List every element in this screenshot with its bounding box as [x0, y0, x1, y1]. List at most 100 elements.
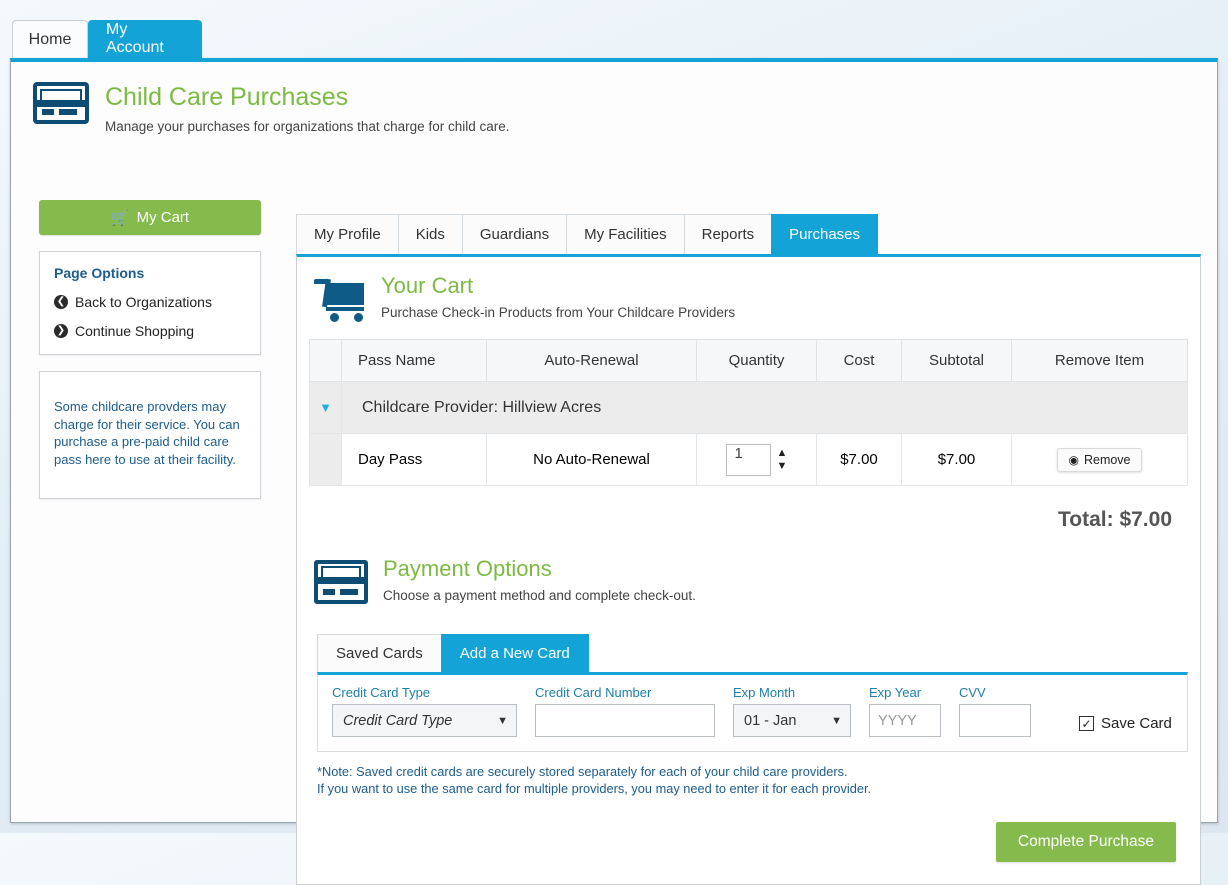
checkbox-checked-icon[interactable]: ✓: [1079, 716, 1094, 731]
table-header-row: Pass Name Auto-Renewal Quantity Cost Sub…: [309, 339, 1188, 382]
tab-my-profile-label: My Profile: [314, 226, 381, 243]
payment-section-header: Payment Options Choose a payment method …: [309, 532, 1188, 604]
col-subtotal: Subtotal: [901, 339, 1012, 382]
card-number-label: Credit Card Number: [535, 685, 652, 700]
cart-table: Pass Name Auto-Renewal Quantity Cost Sub…: [309, 339, 1188, 486]
new-card-form: Credit Card Type Credit Card Type ▼ Cred…: [317, 672, 1188, 752]
tab-kids[interactable]: Kids: [397, 214, 463, 254]
tab-my-facilities-label: My Facilities: [584, 226, 667, 243]
card-type-select[interactable]: Credit Card Type ▼: [332, 704, 517, 737]
row-indent-cell: [309, 433, 342, 486]
triangle-down-icon[interactable]: ▼: [319, 400, 332, 415]
tab-reports[interactable]: Reports: [683, 214, 773, 254]
remove-circle-icon: ◉: [1068, 452, 1079, 467]
arrow-left-circle-icon: ❮: [54, 295, 68, 309]
top-tab-my-account-label: My Account: [106, 21, 164, 56]
remove-button-label: Remove: [1083, 452, 1131, 467]
tab-add-new-card-label: Add a New Card: [459, 645, 570, 662]
payment-note-line1: *Note: Saved credit cards are securely s…: [317, 764, 848, 779]
tab-guardians[interactable]: Guardians: [461, 214, 568, 254]
cvv-input[interactable]: [959, 704, 1031, 737]
top-tab-home[interactable]: Home: [12, 20, 88, 58]
my-cart-button-label: My Cart: [136, 209, 190, 226]
provider-group-label: Childcare Provider: Hillview Acres: [341, 381, 1188, 434]
payment-note: *Note: Saved credit cards are securely s…: [317, 763, 1188, 798]
complete-purchase-row: Complete Purchase: [309, 821, 1176, 862]
cart-section-header: Your Cart Purchase Check-in Products fro…: [309, 257, 1188, 322]
card-type-value: Credit Card Type: [343, 712, 453, 729]
card-number-input[interactable]: [535, 704, 715, 737]
tab-guardians-label: Guardians: [479, 226, 550, 243]
info-box-text: Some childcare provders may charge for t…: [54, 399, 240, 467]
page-options-box: Page Options ❮ Back to Organizations ❯ C…: [39, 251, 261, 355]
save-card-label: Save Card: [1101, 715, 1172, 732]
top-tab-bar: Home My Account: [0, 0, 1228, 58]
cart-total: Total: $7.00: [1058, 508, 1172, 531]
credit-card-icon: [33, 82, 89, 124]
cart-subtitle: Purchase Check-in Products from Your Chi…: [381, 305, 736, 320]
sidebar-item-continue-shopping[interactable]: ❯ Continue Shopping: [54, 323, 246, 339]
tab-my-facilities[interactable]: My Facilities: [566, 214, 685, 254]
exp-month-select[interactable]: 01 - Jan ▼: [733, 704, 851, 737]
complete-purchase-button[interactable]: Complete Purchase: [995, 821, 1176, 862]
group-toggle-cell[interactable]: ▼: [309, 381, 342, 434]
payment-tab-bar: Saved Cards Add a New Card: [317, 634, 1188, 672]
payment-title: Payment Options: [383, 556, 552, 581]
page-header: Child Care Purchases Manage your purchas…: [33, 82, 509, 134]
sidebar-item-back-to-organizations[interactable]: ❮ Back to Organizations: [54, 294, 246, 310]
tab-saved-cards[interactable]: Saved Cards: [317, 634, 442, 672]
col-pass-name: Pass Name: [341, 339, 487, 382]
cell-pass-name: Day Pass: [341, 433, 487, 486]
back-to-organizations-label: Back to Organizations: [75, 294, 212, 310]
quantity-stepper[interactable]: ▲ ▼: [777, 447, 788, 471]
stepper-up-icon[interactable]: ▲: [777, 447, 788, 458]
arrow-right-circle-icon: ❯: [54, 324, 68, 338]
content-area: My Profile Kids Guardians My Facilities …: [296, 214, 1201, 885]
exp-year-input[interactable]: YYYY: [869, 704, 941, 737]
sub-tab-bar: My Profile Kids Guardians My Facilities …: [296, 214, 1201, 254]
tab-saved-cards-label: Saved Cards: [336, 645, 423, 662]
cart-title: Your Cart: [381, 273, 474, 298]
credit-card-icon: [314, 560, 368, 604]
chevron-down-icon: ▼: [497, 714, 508, 727]
cell-cost: $7.00: [816, 433, 902, 486]
quantity-input[interactable]: 1: [725, 443, 771, 476]
exp-year-label: Exp Year: [869, 685, 922, 700]
main-panel: Child Care Purchases Manage your purchas…: [10, 58, 1218, 885]
tab-my-profile[interactable]: My Profile: [296, 214, 399, 254]
field-exp-year: Exp Year YYYY: [869, 685, 941, 737]
page-subtitle: Manage your purchases for organizations …: [105, 118, 510, 134]
tab-reports-label: Reports: [701, 226, 755, 243]
cell-auto-renewal: No Auto-Renewal: [486, 433, 697, 486]
page-options-title: Page Options: [54, 265, 145, 281]
top-tab-home-label: Home: [28, 30, 72, 48]
chevron-down-icon: ▼: [831, 714, 842, 727]
col-toggle: [309, 339, 342, 382]
tab-add-new-card[interactable]: Add a New Card: [440, 634, 589, 672]
my-cart-button[interactable]: 🛒 My Cart: [39, 200, 261, 235]
field-card-number: Credit Card Number: [535, 685, 715, 737]
shopping-cart-icon: [314, 277, 366, 322]
save-card-checkbox[interactable]: ✓ Save Card: [1079, 715, 1172, 737]
tab-purchases[interactable]: Purchases: [771, 214, 879, 254]
top-tab-my-account[interactable]: My Account: [88, 20, 202, 58]
tab-purchases-label: Purchases: [789, 226, 861, 243]
purchases-card: Your Cart Purchase Check-in Products fro…: [296, 254, 1201, 885]
page-title: Child Care Purchases: [105, 83, 349, 111]
remove-button[interactable]: ◉ Remove: [1057, 447, 1142, 472]
col-cost: Cost: [816, 339, 902, 382]
card-type-label: Credit Card Type: [332, 685, 431, 700]
col-remove-item: Remove Item: [1011, 339, 1188, 382]
cell-quantity: 1 ▲ ▼: [696, 433, 817, 486]
shopping-cart-icon: 🛒: [110, 209, 130, 227]
stepper-down-icon[interactable]: ▼: [777, 460, 788, 471]
continue-shopping-label: Continue Shopping: [75, 323, 195, 339]
cvv-label: CVV: [959, 685, 986, 700]
sidebar: 🛒 My Cart Page Options ❮ Back to Organiz…: [39, 200, 261, 500]
field-cvv: CVV: [959, 685, 1031, 737]
tab-kids-label: Kids: [415, 226, 445, 243]
provider-group-row[interactable]: ▼ Childcare Provider: Hillview Acres: [309, 381, 1188, 434]
field-exp-month: Exp Month 01 - Jan ▼: [733, 685, 851, 737]
col-quantity: Quantity: [696, 339, 817, 382]
payment-subtitle: Choose a payment method and complete che…: [383, 588, 696, 603]
